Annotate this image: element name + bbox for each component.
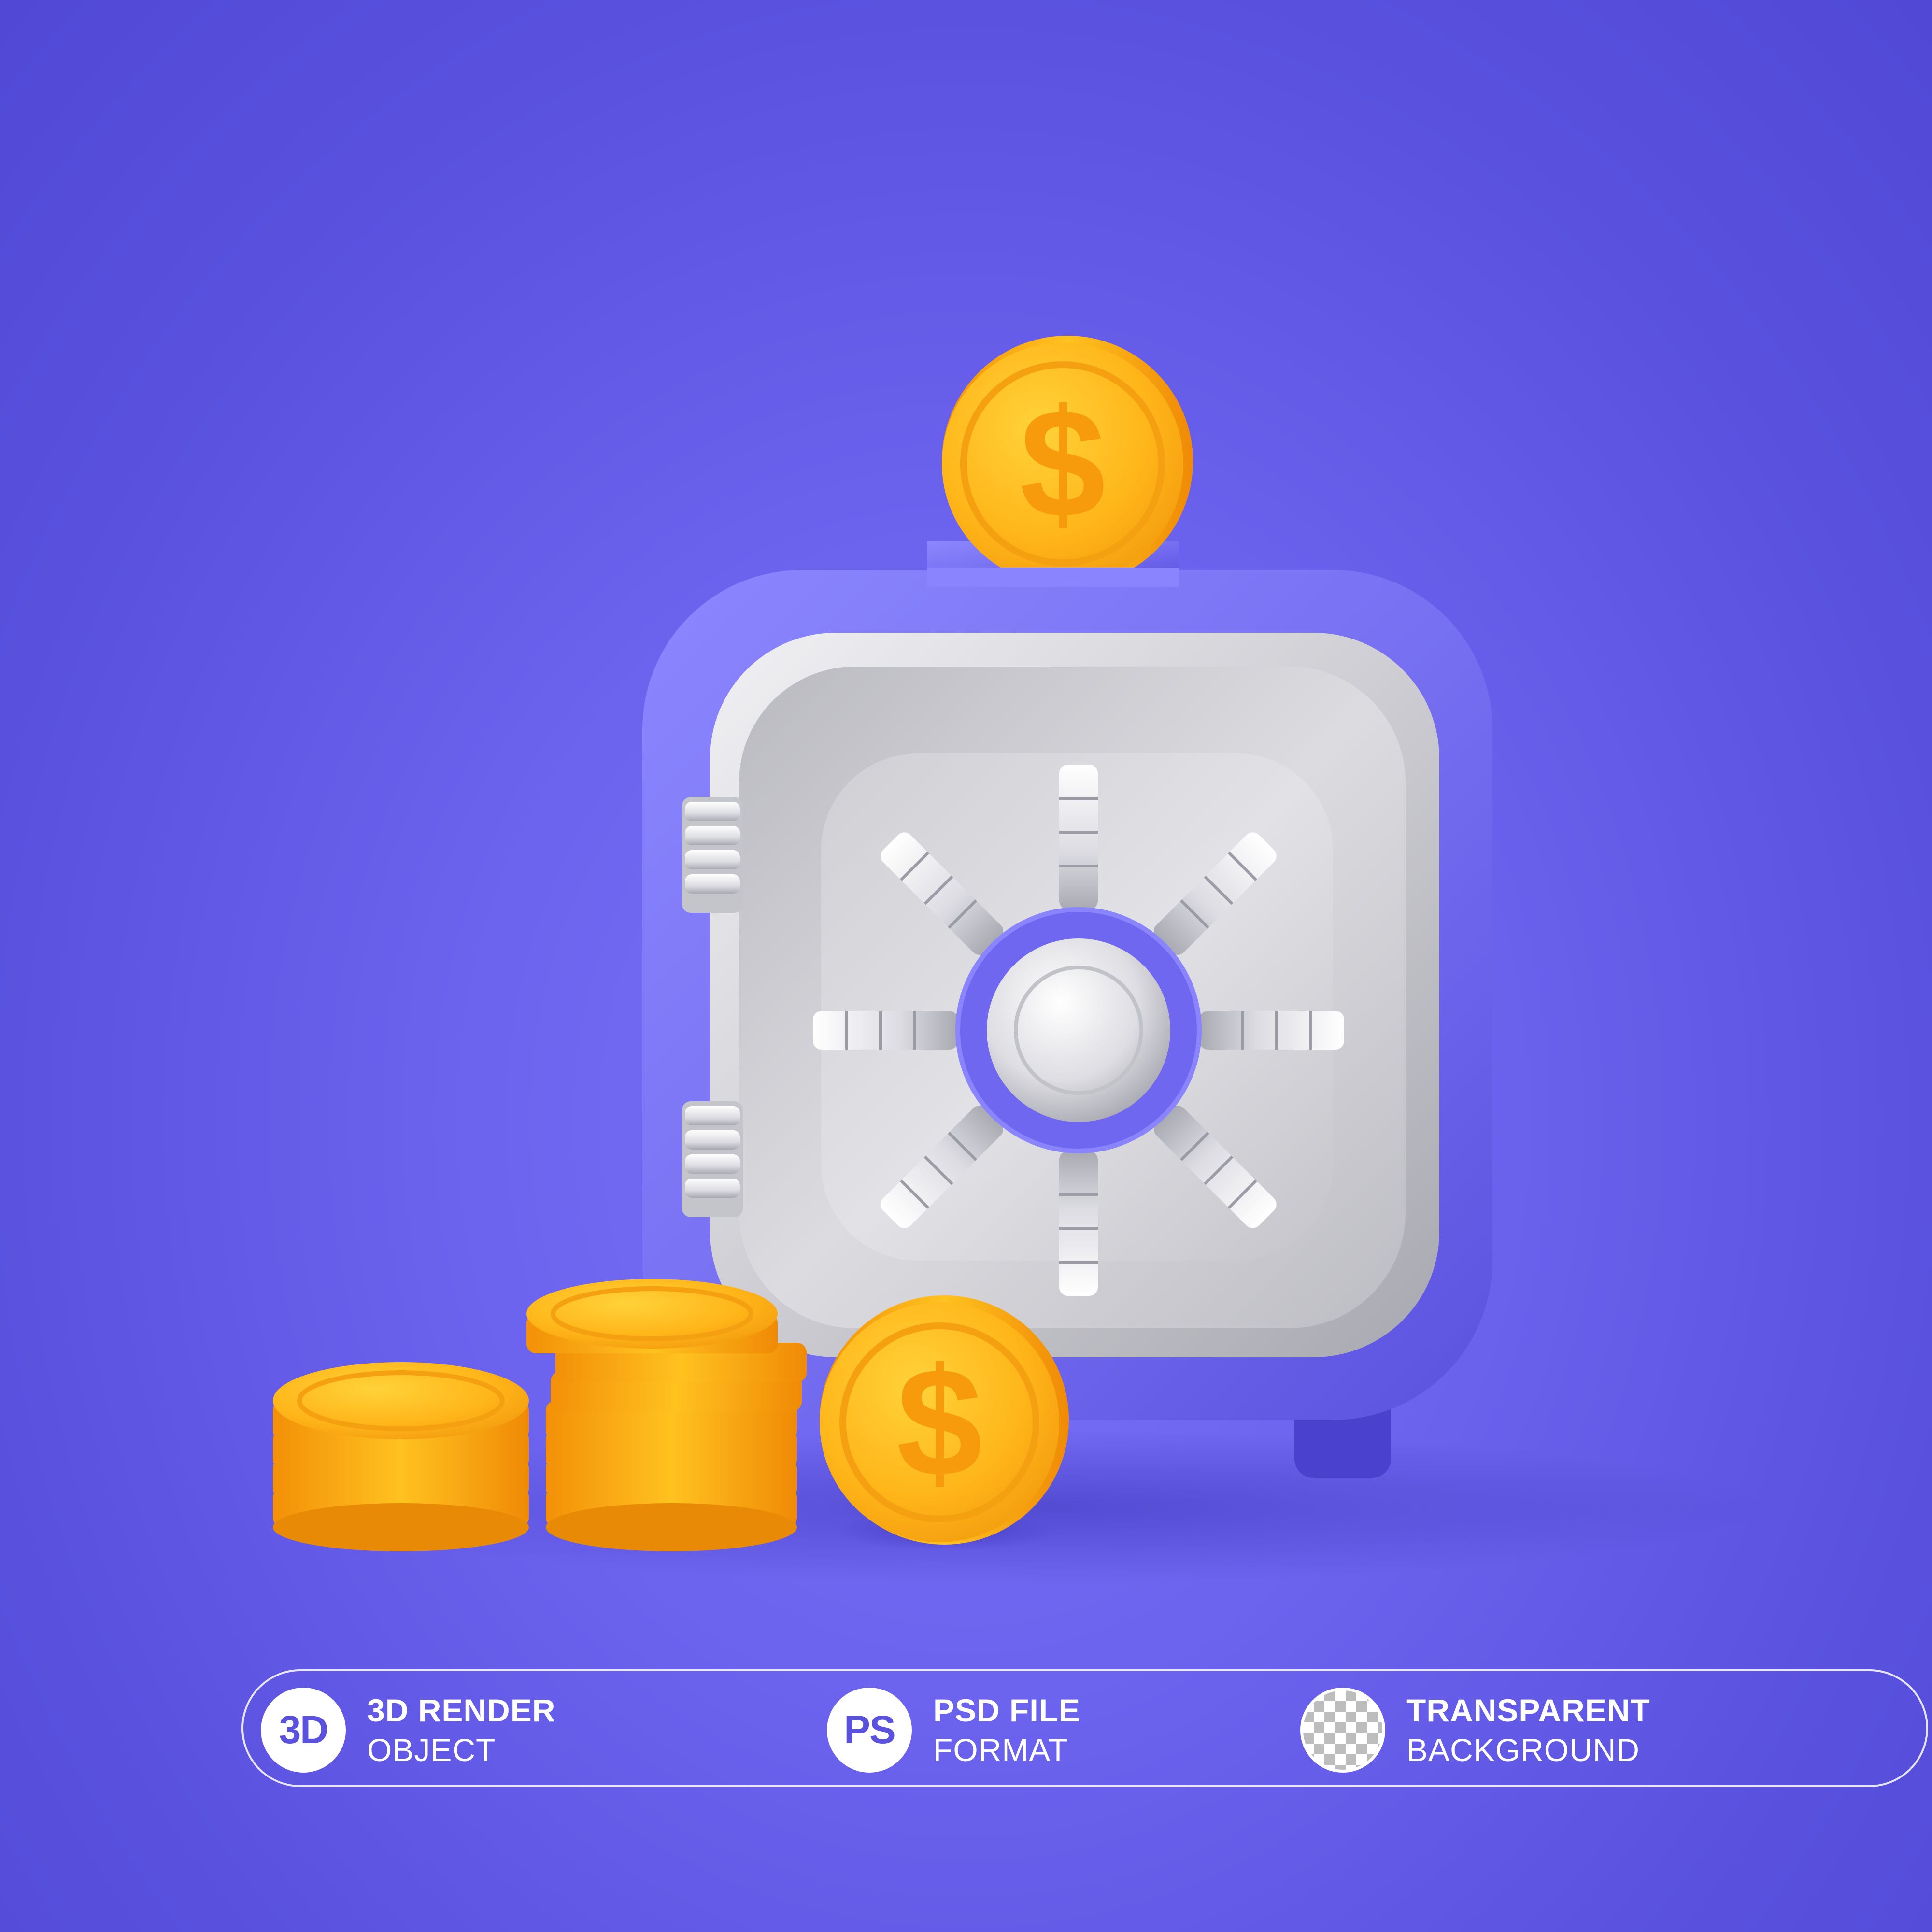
safe-illustration: $ $ bbox=[273, 336, 1763, 1584]
hinge-top bbox=[682, 797, 743, 913]
badge-transparent-line2: BACKGROUND bbox=[1406, 1732, 1640, 1768]
transparency-checkerboard-icon bbox=[1300, 1688, 1385, 1773]
badge-psd-line2: FORMAT bbox=[933, 1732, 1068, 1768]
coin-front-dollar-symbol: $ bbox=[896, 1335, 982, 1508]
coin-top-dollar-symbol: $ bbox=[1020, 377, 1106, 550]
coin-top: $ bbox=[927, 336, 1193, 587]
coin-stack-left bbox=[273, 1362, 529, 1551]
badge-3d-line1: 3D RENDER bbox=[367, 1692, 556, 1728]
hinge-bottom bbox=[682, 1101, 743, 1217]
badge-psd-line1: PSD FILE bbox=[933, 1692, 1081, 1728]
3d-icon: 3D bbox=[261, 1688, 346, 1773]
badge-psd-file: PS PSD FILE FORMAT bbox=[827, 1671, 1080, 1789]
coin-stack-middle bbox=[526, 1279, 807, 1551]
badge-3d-line2: OBJECT bbox=[367, 1732, 496, 1768]
badge-transparent-line1: TRANSPARENT bbox=[1406, 1692, 1650, 1728]
feature-badge-bar: 3D 3D RENDER OBJECT PS PSD FILE FORMAT T… bbox=[242, 1669, 1928, 1787]
ps-icon: PS bbox=[827, 1688, 912, 1773]
badge-transparent: TRANSPARENT BACKGROUND bbox=[1300, 1671, 1650, 1789]
badge-3d-render: 3D 3D RENDER OBJECT bbox=[261, 1671, 555, 1789]
